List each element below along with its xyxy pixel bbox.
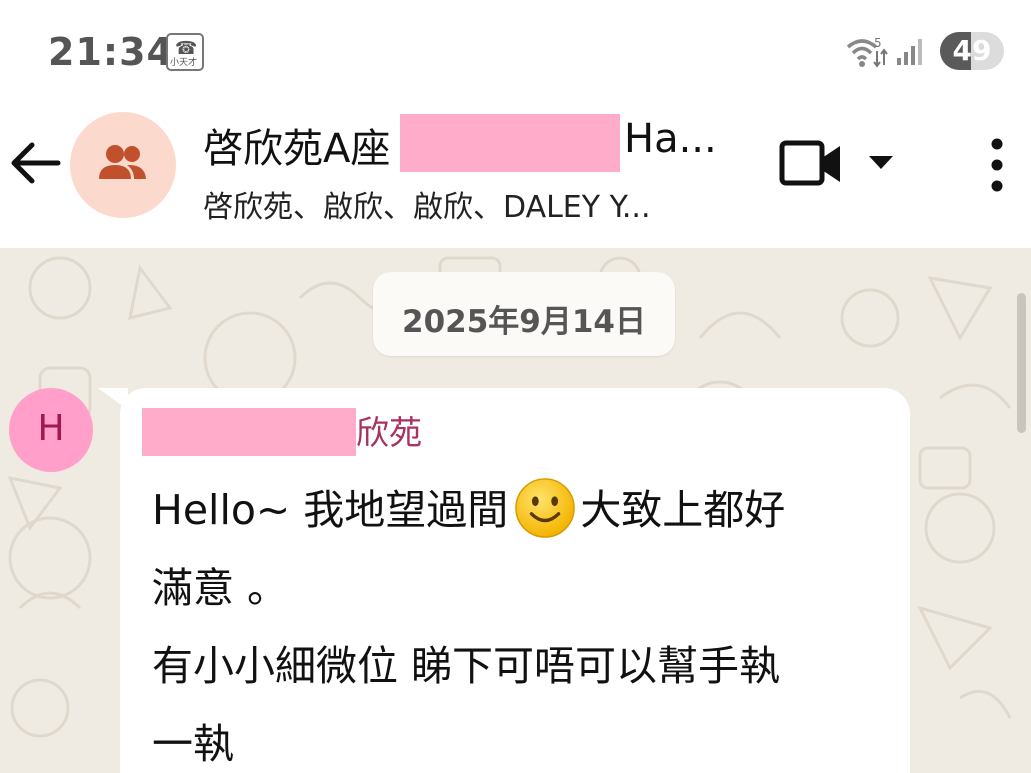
- chat-title[interactable]: 啓欣苑A座: [203, 116, 390, 174]
- cellular-signal-icon: [897, 39, 922, 65]
- chat-area[interactable]: 2025年9月14日 H 欣苑 Hello~ 我地望過間 大致上都好 滿意 。: [0, 248, 1031, 773]
- message-text-1a: Hello~ 我地望過間: [152, 486, 509, 534]
- smile-emoji-icon: [515, 478, 576, 538]
- message-line-3: 有小小細微位 睇下可唔可以幫手執: [152, 642, 781, 690]
- chat-header: 啓欣苑A座 Ha... 啓欣苑、啟欣、啟欣、DALEY Y...: [0, 100, 1031, 248]
- title-redaction: [400, 114, 620, 172]
- chat-participants[interactable]: 啓欣苑、啟欣、啟欣、DALEY Y...: [203, 182, 650, 226]
- group-avatar[interactable]: [70, 112, 176, 218]
- date-divider-label: 2025年9月14日: [402, 304, 646, 340]
- message-bubble[interactable]: 欣苑 Hello~ 我地望過間 大致上都好 滿意 。 有小小細微位 睇下可唔可以…: [120, 388, 910, 773]
- message-text-1b: 大致上都好: [580, 486, 786, 534]
- sender-avatar[interactable]: H: [9, 388, 93, 472]
- message-line-2: 滿意 。: [152, 564, 289, 612]
- more-vertical-icon[interactable]: [982, 136, 1012, 196]
- sender-avatar-letter: H: [37, 408, 65, 449]
- sender-name-redaction: [142, 408, 356, 456]
- battery-indicator: 49: [940, 32, 1004, 70]
- date-divider: 2025年9月14日: [373, 272, 675, 356]
- dropdown-arrow-icon[interactable]: [866, 152, 896, 172]
- group-icon: [99, 145, 146, 179]
- battery-percent: 49: [952, 34, 992, 67]
- video-call-icon[interactable]: [779, 138, 843, 190]
- status-bar: 21:34 ☎ 小天才 5 49: [0, 0, 1031, 100]
- message-line-1: Hello~ 我地望過間 大致上都好: [152, 476, 785, 539]
- app-badge-text: 小天才: [170, 58, 198, 68]
- message-line-4: 一執: [152, 720, 234, 768]
- wifi-label: 5: [874, 36, 882, 50]
- status-time: 21:34: [48, 30, 174, 74]
- sender-name[interactable]: 欣苑: [356, 406, 422, 454]
- wifi-icon: 5: [846, 36, 888, 68]
- notification-app-icon: ☎ 小天才: [166, 33, 204, 71]
- chat-title-suffix[interactable]: Ha...: [624, 116, 717, 162]
- back-arrow-icon[interactable]: [8, 135, 64, 191]
- scrollbar[interactable]: [1017, 293, 1026, 433]
